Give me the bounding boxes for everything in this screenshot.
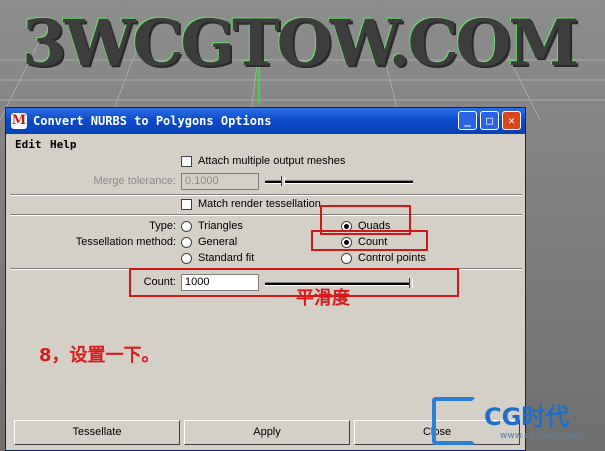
type-label: Type: bbox=[149, 220, 176, 232]
method-standard-fit-label: Standard fit bbox=[198, 252, 255, 264]
annotation-highlight-count-row bbox=[129, 268, 459, 297]
method-control-points-radio[interactable] bbox=[341, 253, 352, 264]
close-window-button[interactable]: ✕ bbox=[502, 111, 521, 130]
method-general-label: General bbox=[198, 236, 238, 248]
attach-multiple-checkbox[interactable] bbox=[181, 156, 192, 167]
annotation-highlight-count bbox=[311, 230, 428, 251]
cg-times-logo-icon bbox=[432, 397, 476, 445]
annotation-smoothness: 平滑度 bbox=[296, 288, 350, 309]
type-triangles-label: Triangles bbox=[198, 220, 243, 232]
merge-tolerance-field[interactable]: 0.1000 bbox=[181, 173, 259, 190]
merge-tolerance-slider-thumb[interactable] bbox=[281, 176, 285, 186]
merge-tolerance-label: Merge tolerance: bbox=[93, 175, 176, 187]
menu-bar: Edit Help bbox=[6, 134, 525, 154]
menu-edit[interactable]: Edit bbox=[15, 138, 42, 151]
cg-times-watermark: CG时代 www.cgtimes.com bbox=[428, 393, 605, 451]
minimize-button[interactable]: _ bbox=[458, 111, 477, 130]
watermark-url: www.cgtimes.com bbox=[500, 431, 582, 441]
divider bbox=[10, 194, 522, 196]
dialog-titlebar[interactable]: M Convert NURBS to Polygons Options _ □ … bbox=[6, 108, 525, 134]
method-control-points-label: Control points bbox=[358, 252, 426, 264]
merge-tolerance-slider-track[interactable] bbox=[265, 180, 413, 184]
maya-app-icon: M bbox=[11, 113, 27, 129]
method-general-radio[interactable] bbox=[181, 237, 192, 248]
tessellate-button[interactable]: Tessellate bbox=[14, 420, 180, 445]
method-standard-fit-radio[interactable] bbox=[181, 253, 192, 264]
watermark-brand: CG时代 bbox=[484, 403, 570, 431]
dialog-title: Convert NURBS to Polygons Options bbox=[33, 114, 272, 128]
match-render-checkbox[interactable] bbox=[181, 199, 192, 210]
apply-button[interactable]: Apply bbox=[184, 420, 350, 445]
annotation-step-note: 8，设置一下。 bbox=[39, 345, 160, 366]
divider bbox=[10, 214, 522, 216]
type-triangles-radio[interactable] bbox=[181, 221, 192, 232]
attach-multiple-label: Attach multiple output meshes bbox=[198, 155, 346, 167]
match-render-label: Match render tessellation bbox=[198, 198, 321, 210]
scene-3d-text: 3WCGTOW.COM bbox=[22, 6, 579, 81]
maximize-button[interactable]: □ bbox=[480, 111, 499, 130]
menu-help[interactable]: Help bbox=[50, 138, 77, 151]
tessellation-method-label: Tessellation method: bbox=[75, 236, 176, 248]
